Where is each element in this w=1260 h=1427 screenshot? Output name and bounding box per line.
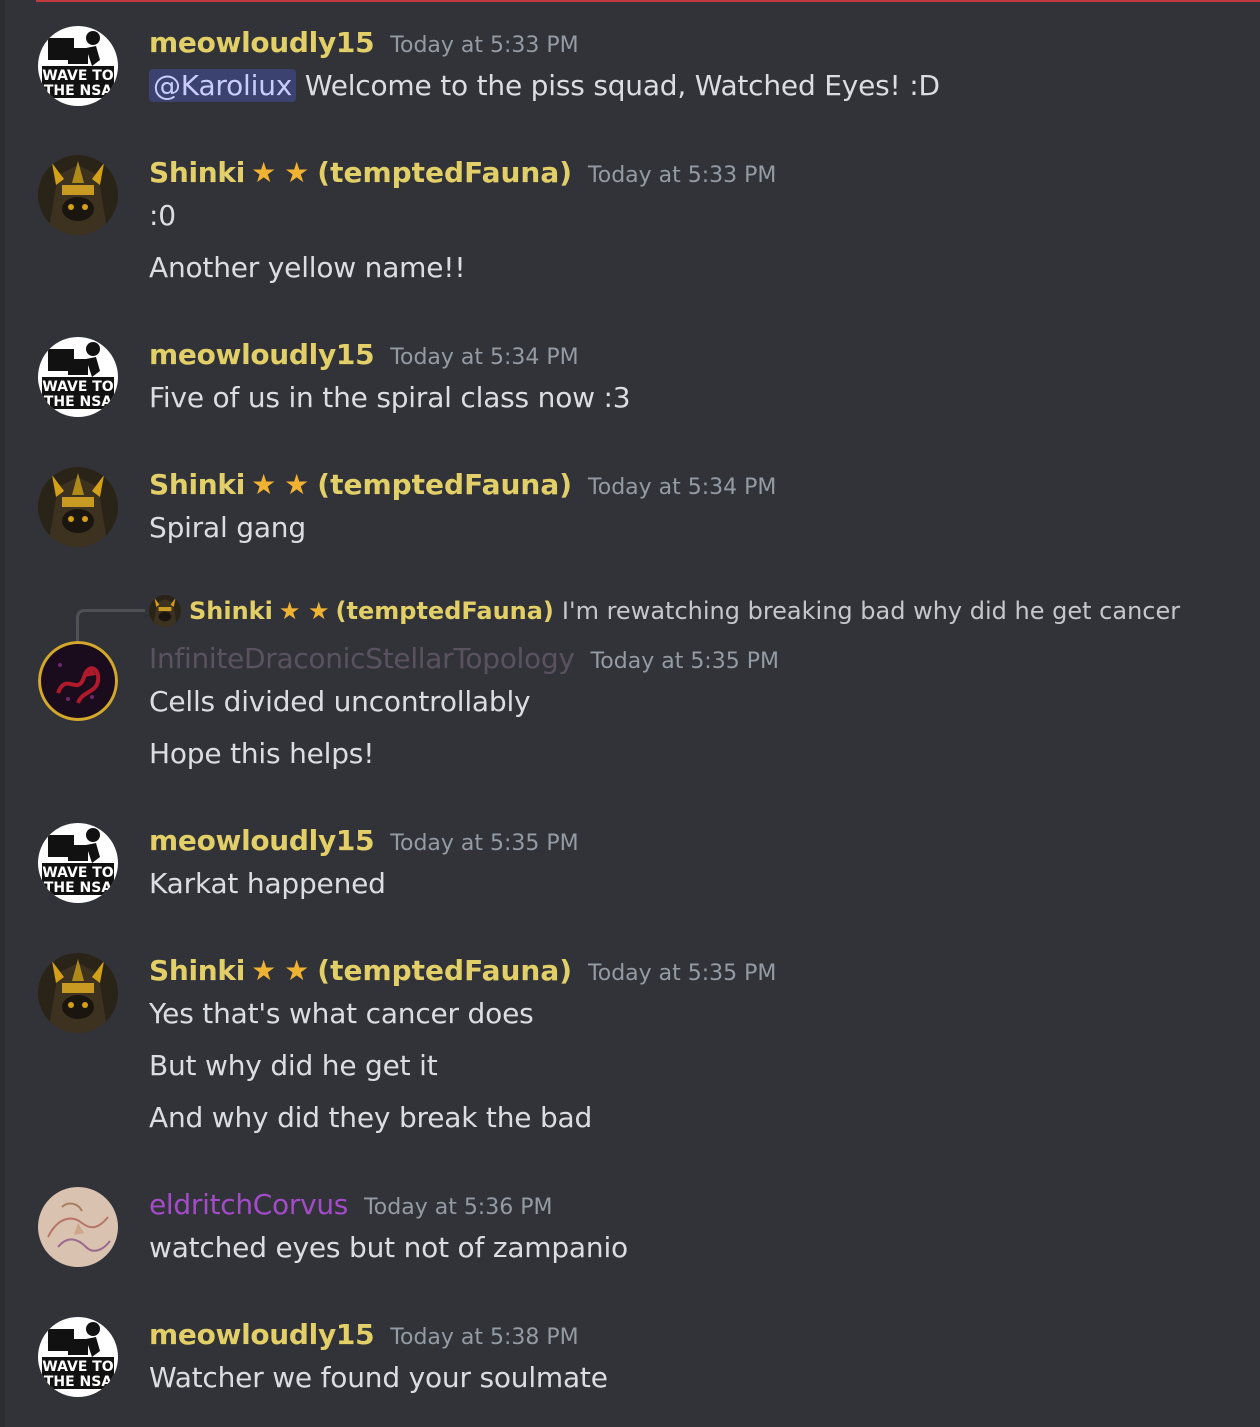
timestamp: Today at 5:33 PM [390, 33, 579, 58]
message-header: meowloudly15 Today at 5:34 PM [149, 338, 579, 371]
avatar-eldritch-corvus[interactable] [38, 1187, 118, 1267]
masked-figure-icon [38, 953, 118, 1033]
username[interactable]: meowloudly15 [149, 1318, 375, 1351]
timestamp: Today at 5:34 PM [390, 345, 579, 370]
masked-figure-icon [38, 467, 118, 547]
star-icon: ★ [251, 156, 277, 189]
star-icon: ★ [308, 597, 330, 625]
star-icon: ★ [284, 954, 310, 987]
username[interactable]: InfiniteDraconicStellarTopology [149, 642, 575, 675]
message-header: Shinki ★ ★ (temptedFauna) Today at 5:33 P… [149, 156, 776, 189]
dragon-sigil-icon [38, 641, 118, 721]
message-header: Shinki ★ ★ (temptedFauna) Today at 5:35 P… [149, 954, 776, 987]
reply-avatar[interactable] [149, 595, 181, 627]
username[interactable]: Shinki [149, 954, 245, 987]
message-text: Yes that's what cancer does [149, 997, 534, 1030]
wave-to-nsa-icon: WAVE TO THE NSA [38, 1317, 118, 1397]
star-badges: ★ ★ [251, 156, 317, 189]
timestamp: Today at 5:35 PM [590, 649, 779, 674]
star-icon: ★ [278, 597, 301, 625]
message-content: @Karoliux Welcome to the piss squad, Wat… [149, 69, 940, 102]
svg-text:THE NSA: THE NSA [44, 394, 113, 410]
masked-figure-icon [149, 595, 181, 627]
timestamp: Today at 5:36 PM [364, 1195, 553, 1220]
svg-text:WAVE TO: WAVE TO [42, 379, 114, 395]
message-text: watched eyes but not of zampanio [149, 1231, 628, 1264]
timestamp: Today at 5:35 PM [588, 961, 777, 986]
message-header: meowloudly15 Today at 5:35 PM [149, 824, 579, 857]
svg-text:WAVE TO: WAVE TO [42, 865, 114, 881]
star-badges: ★ ★ [279, 597, 330, 625]
star-badges: ★ ★ [251, 954, 317, 987]
avatar-wave-nsa[interactable]: WAVE TO THE NSA [38, 1317, 118, 1397]
wave-to-nsa-icon: WAVE TO THE NSA [38, 337, 118, 417]
message-header: eldritchCorvus Today at 5:36 PM [149, 1188, 552, 1221]
reply-preview[interactable]: Shinki ★ ★ (temptedFauna) I'm rewatching… [149, 595, 1180, 627]
sketch-drawing-icon [38, 1187, 118, 1267]
timestamp: Today at 5:35 PM [390, 831, 579, 856]
user-tag[interactable]: (temptedFauna) [317, 156, 572, 189]
timestamp: Today at 5:34 PM [588, 475, 777, 500]
star-icon: ★ [284, 468, 310, 501]
username[interactable]: eldritchCorvus [149, 1188, 348, 1221]
message-text: Cells divided uncontrollably [149, 685, 531, 718]
username[interactable]: Shinki [149, 156, 245, 189]
message-text: Another yellow name!! [149, 251, 466, 284]
svg-text:THE NSA: THE NSA [44, 1374, 113, 1390]
star-icon: ★ [284, 156, 310, 189]
svg-text:THE NSA: THE NSA [44, 83, 113, 99]
reply-connector [76, 609, 145, 642]
avatar-infinite-draconic[interactable] [38, 641, 118, 721]
user-mention[interactable]: @Karoliux [149, 69, 297, 102]
message-text: Five of us in the spiral class now :3 [149, 381, 631, 414]
message-text: Spiral gang [149, 511, 306, 544]
avatar-wave-nsa[interactable]: WAVE TO THE NSA [38, 26, 118, 106]
reply-username[interactable]: Shinki [189, 597, 273, 625]
timestamp: Today at 5:33 PM [588, 163, 777, 188]
avatar-shinki[interactable] [38, 953, 118, 1033]
message-text: But why did he get it [149, 1049, 438, 1082]
user-tag[interactable]: (temptedFauna) [317, 468, 572, 501]
reply-user-tag[interactable]: (temptedFauna) [336, 597, 554, 625]
message-text: Hope this helps! [149, 737, 375, 770]
message-text: And why did they break the bad [149, 1101, 593, 1134]
message-text: Watcher we found your soulmate [149, 1361, 608, 1394]
avatar-wave-nsa[interactable]: WAVE TO THE NSA [38, 823, 118, 903]
avatar-shinki[interactable] [38, 155, 118, 235]
username[interactable]: meowloudly15 [149, 26, 375, 59]
masked-figure-icon [38, 155, 118, 235]
svg-text:WAVE TO: WAVE TO [42, 1359, 114, 1375]
left-gutter [0, 0, 5, 1427]
svg-text:THE NSA: THE NSA [44, 880, 113, 896]
new-messages-divider [36, 0, 1260, 2]
message-text: Karkat happened [149, 867, 386, 900]
svg-text:WAVE TO: WAVE TO [42, 68, 114, 84]
star-badges: ★ ★ [251, 468, 317, 501]
username[interactable]: meowloudly15 [149, 824, 375, 857]
message-header: meowloudly15 Today at 5:38 PM [149, 1318, 579, 1351]
message-text: Welcome to the piss squad, Watched Eyes!… [304, 69, 940, 102]
avatar-wave-nsa[interactable]: WAVE TO THE NSA [38, 337, 118, 417]
chat-view: WAVE TO THE NSA meowloudly15 Today at 5:… [0, 0, 1260, 1427]
star-icon: ★ [251, 954, 277, 987]
message-header: Shinki ★ ★ (temptedFauna) Today at 5:34 P… [149, 468, 776, 501]
wave-to-nsa-icon: WAVE TO THE NSA [38, 26, 118, 106]
wave-to-nsa-icon: WAVE TO THE NSA [38, 823, 118, 903]
avatar-shinki[interactable] [38, 467, 118, 547]
message-header: meowloudly15 Today at 5:33 PM [149, 26, 579, 59]
message-text: :0 [149, 199, 176, 232]
reply-text[interactable]: I'm rewatching breaking bad why did he g… [562, 597, 1180, 625]
star-icon: ★ [251, 468, 277, 501]
message-header: InfiniteDraconicStellarTopology Today at… [149, 642, 779, 675]
user-tag[interactable]: (temptedFauna) [317, 954, 572, 987]
timestamp: Today at 5:38 PM [390, 1325, 579, 1350]
username[interactable]: meowloudly15 [149, 338, 375, 371]
username[interactable]: Shinki [149, 468, 245, 501]
